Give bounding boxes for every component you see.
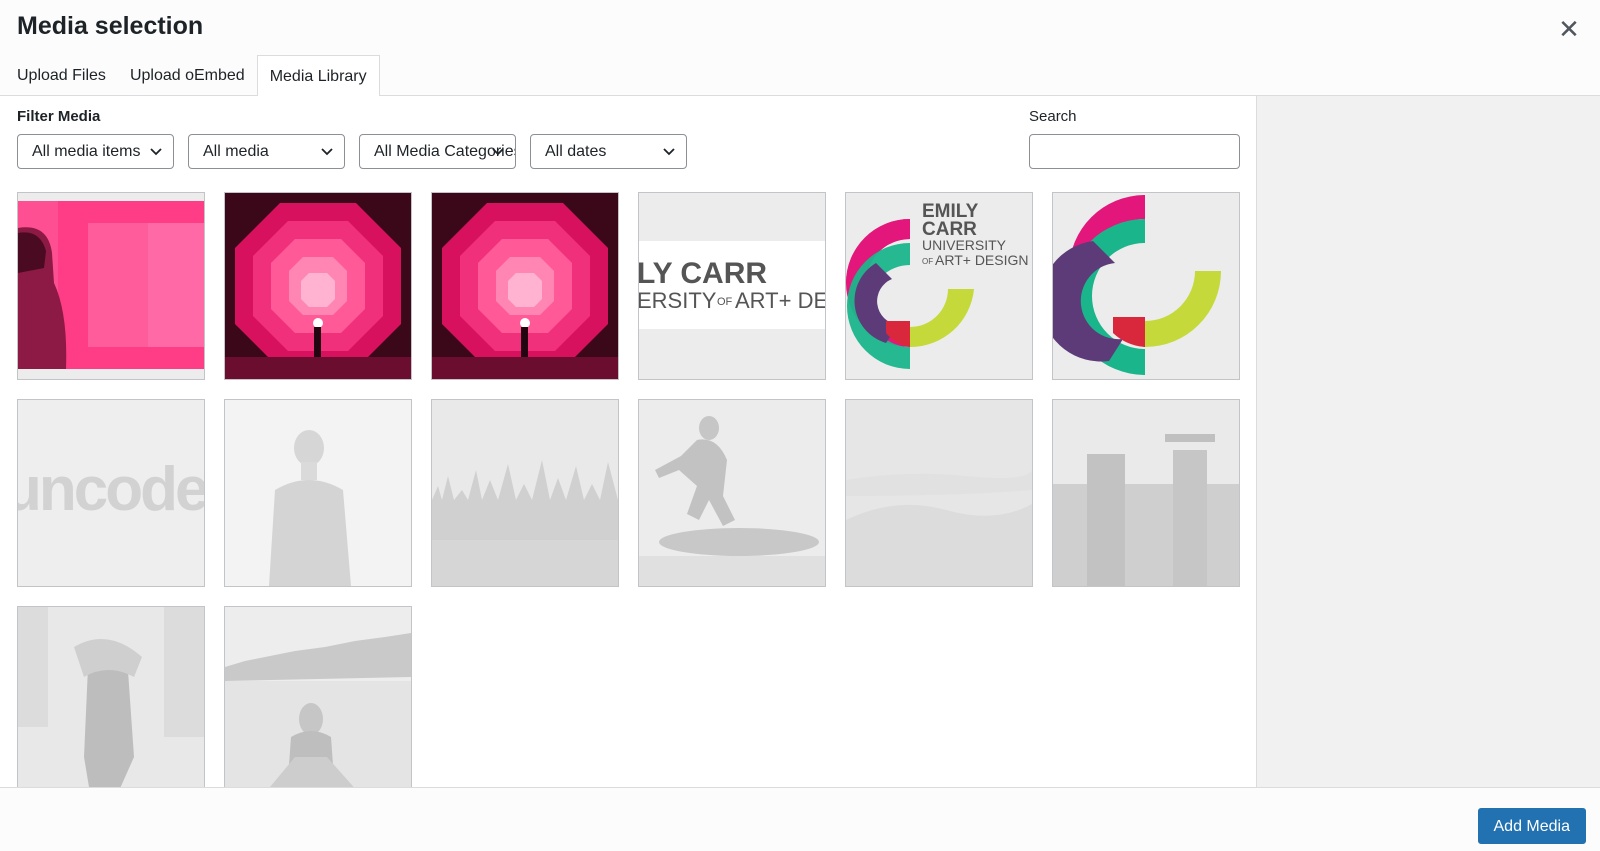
media-thumbnail[interactable] — [431, 192, 619, 380]
media-dates-select-value: All dates — [545, 143, 607, 160]
thumbnail-image: uncode — [18, 400, 204, 586]
logo-text: LY CARR — [639, 257, 767, 290]
modal-header: Media selection ✕ Upload Files Upload oE… — [0, 0, 1600, 97]
tab-upload-files[interactable]: Upload Files — [5, 55, 118, 96]
media-thumbnail[interactable] — [431, 399, 619, 587]
media-thumbnail[interactable]: EMILY CARR UNIVERSITY OF ART+ DESIGN — [845, 192, 1033, 380]
media-thumbnail[interactable] — [1052, 192, 1240, 380]
thumbnail-image — [639, 400, 825, 586]
thumbnail-image — [846, 400, 1032, 586]
media-thumbnail[interactable] — [638, 399, 826, 587]
tab-media-library[interactable]: Media Library — [256, 55, 380, 97]
media-items-select-value: All media items — [32, 143, 141, 160]
thumbnail-image: EMILY CARR UNIVERSITY OF ART+ DESIGN — [846, 193, 1032, 379]
media-thumbnail[interactable]: LY CARR ERSITY OF ART+ DE — [638, 192, 826, 380]
logo-text: uncode — [18, 455, 204, 524]
media-library-panel: Filter Media All media items All media A… — [0, 96, 1256, 787]
modal-footer: Add Media — [0, 787, 1600, 851]
logo-text: OF — [922, 257, 933, 266]
thumbnail-image: LY CARR ERSITY OF ART+ DE — [639, 193, 825, 379]
logo-text: ART+ DESIGN — [935, 252, 1029, 268]
media-type-select[interactable]: All media — [188, 134, 345, 169]
media-dates-select[interactable]: All dates — [530, 134, 687, 169]
chevron-down-icon — [150, 148, 162, 156]
logo-text: OF — [717, 296, 733, 308]
add-media-button[interactable]: Add Media — [1477, 808, 1586, 844]
tab-bar: Upload Files Upload oEmbed Media Library — [0, 55, 380, 97]
chevron-down-icon — [663, 148, 675, 156]
search-input[interactable] — [1029, 134, 1240, 169]
thumbnail-image — [18, 607, 204, 787]
logo-text: UNIVERSITY — [922, 237, 1007, 253]
tab-upload-oembed[interactable]: Upload oEmbed — [118, 55, 257, 96]
modal-title: Media selection — [17, 12, 204, 40]
media-thumbnail[interactable] — [224, 606, 412, 787]
media-thumbnail[interactable] — [17, 606, 205, 787]
search-label: Search — [1029, 108, 1077, 125]
chevron-down-icon — [492, 148, 504, 156]
thumbnail-image — [432, 193, 618, 379]
media-type-select-value: All media — [203, 143, 269, 160]
thumbnail-image — [18, 193, 204, 379]
media-thumbnail[interactable] — [224, 192, 412, 380]
media-thumbnail[interactable] — [17, 192, 205, 380]
logo-text: ERSITY — [639, 288, 717, 313]
media-thumbnail[interactable]: uncode — [17, 399, 205, 587]
media-items-select[interactable]: All media items — [17, 134, 174, 169]
thumbnail-image — [1053, 193, 1239, 379]
close-icon[interactable]: ✕ — [1554, 14, 1584, 44]
logo-text: ART+ DE — [735, 288, 825, 313]
thumbnail-image — [225, 400, 411, 586]
attachment-details-sidebar — [1256, 96, 1600, 787]
filter-selects: All media items All media All Media Cate… — [17, 134, 687, 169]
media-category-select[interactable]: All Media Categories — [359, 134, 516, 169]
thumbnail-image — [432, 400, 618, 586]
thumbnail-image — [1053, 400, 1239, 586]
thumbnail-image — [225, 193, 411, 379]
filter-media-label: Filter Media — [17, 108, 101, 125]
media-grid: LY CARR ERSITY OF ART+ DE EMILY CARR UNI… — [17, 192, 1240, 787]
chevron-down-icon — [321, 148, 333, 156]
media-thumbnail[interactable] — [224, 399, 412, 587]
media-thumbnail[interactable] — [845, 399, 1033, 587]
thumbnail-image — [225, 607, 411, 787]
media-thumbnail[interactable] — [1052, 399, 1240, 587]
